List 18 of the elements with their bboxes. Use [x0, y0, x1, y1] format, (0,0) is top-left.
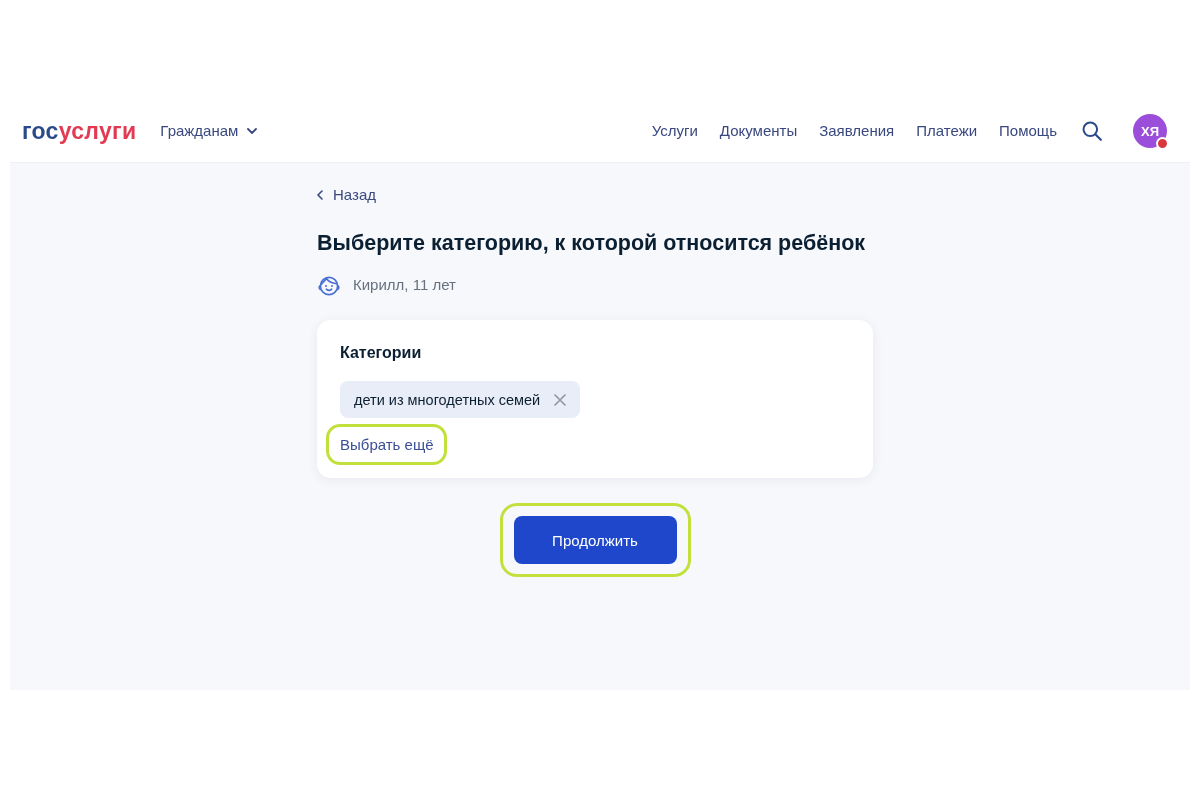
search-icon[interactable] — [1082, 121, 1102, 141]
category-chip: дети из многодетных семей — [340, 381, 581, 418]
nav-link[interactable]: Заявления — [819, 121, 895, 141]
nav-link[interactable]: Помощь — [999, 121, 1057, 141]
child-name: Кирилл, 11 лет — [353, 275, 456, 295]
nav-link[interactable]: Документы — [719, 121, 798, 141]
back-link[interactable]: Назад — [317, 185, 376, 205]
logo[interactable]: госуслуги — [22, 118, 137, 144]
page-title: Выберите категорию, к которой относится ребёнок — [317, 230, 867, 257]
add-more-link[interactable]: Выбрать ещё — [340, 434, 434, 455]
audience-menu[interactable]: Гражданам — [160, 121, 258, 141]
nav-link[interactable]: Услуги — [651, 121, 698, 141]
avatar[interactable]: ХЯ — [1133, 114, 1167, 148]
card-title: Категории — [340, 343, 422, 363]
nav-link[interactable]: Платежи — [916, 121, 978, 141]
chevron-left-icon — [317, 190, 323, 200]
chevron-down-icon — [247, 128, 258, 134]
continue-button[interactable]: Продолжить — [513, 516, 677, 564]
